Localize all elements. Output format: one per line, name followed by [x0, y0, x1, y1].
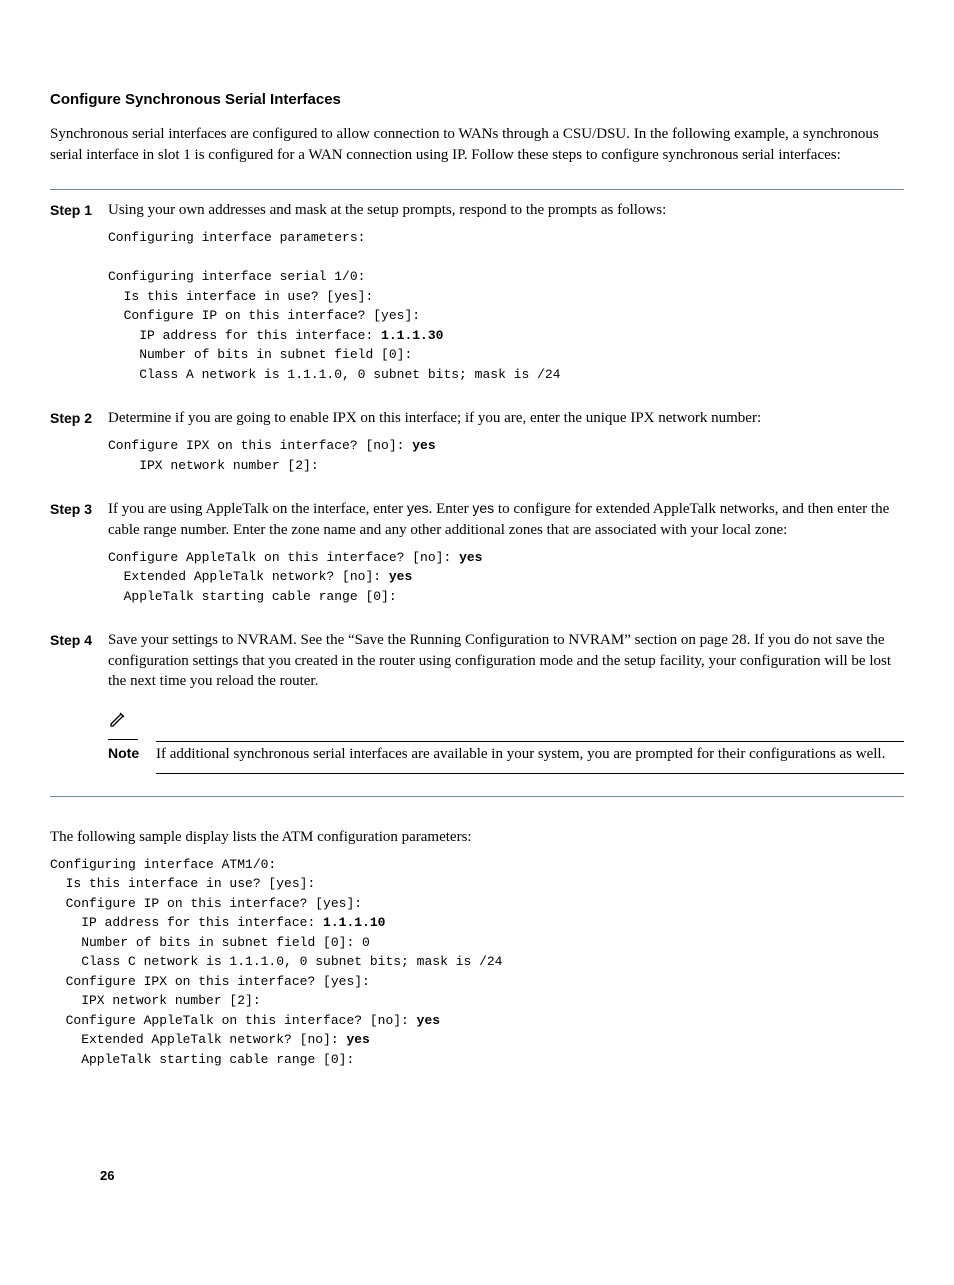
step: Step 4Save your settings to NVRAM. See t…: [50, 630, 904, 779]
step-label: Step 1: [50, 200, 108, 220]
step: Step 1Using your own addresses and mask …: [50, 200, 904, 392]
steps-bottom-rule: [50, 796, 904, 797]
step-text: If you are using AppleTalk on the interf…: [108, 499, 904, 540]
sample-code-block: Configuring interface ATM1/0: Is this in…: [50, 855, 904, 1070]
step-label: Step 3: [50, 499, 108, 519]
code-block: Configure AppleTalk on this interface? […: [108, 548, 904, 607]
step-label: Step 4: [50, 630, 108, 650]
note-box: NoteIf additional synchronous serial int…: [108, 709, 904, 774]
code-block: Configuring interface parameters: Config…: [108, 228, 904, 384]
step-text: Save your settings to NVRAM. See the “Sa…: [108, 630, 904, 691]
step-label: Step 2: [50, 408, 108, 428]
pencil-icon: [108, 709, 138, 740]
step-text: Using your own addresses and mask at the…: [108, 200, 904, 220]
code-block: Configure IPX on this interface? [no]: y…: [108, 436, 904, 475]
step: Step 3If you are using AppleTalk on the …: [50, 499, 904, 614]
page-number: 26: [100, 1167, 114, 1185]
note-text: If additional synchronous serial interfa…: [156, 744, 904, 773]
step: Step 2Determine if you are going to enab…: [50, 408, 904, 483]
steps-top-rule: [50, 189, 904, 190]
note-label: Note: [108, 744, 156, 763]
section-heading: Configure Synchronous Serial Interfaces: [50, 90, 904, 110]
sample-intro: The following sample display lists the A…: [50, 827, 904, 847]
intro-paragraph: Synchronous serial interfaces are config…: [50, 124, 904, 165]
step-text: Determine if you are going to enable IPX…: [108, 408, 904, 428]
